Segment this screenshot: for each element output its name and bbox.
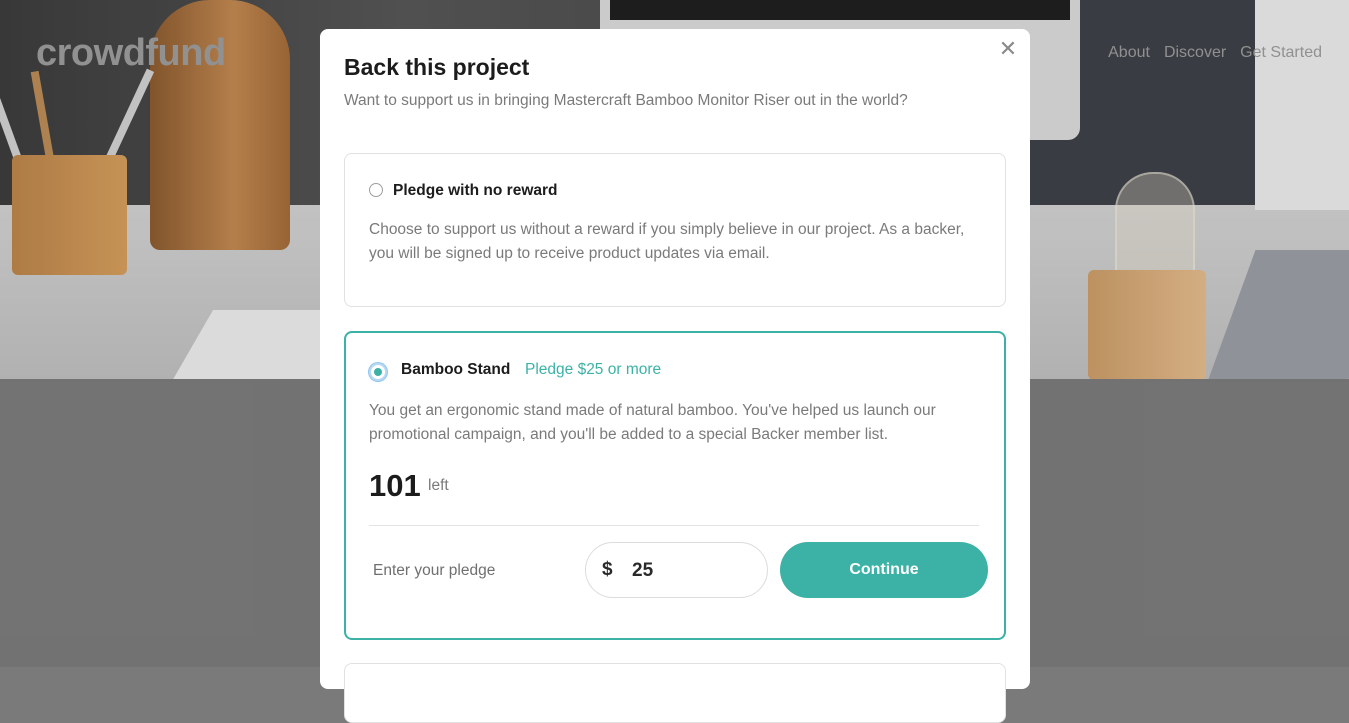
enter-pledge-label: Enter your pledge — [373, 562, 496, 579]
modal-subtitle: Want to support us in bringing Mastercra… — [344, 92, 908, 109]
stock-label: left — [428, 477, 449, 494]
pledge-option-no-reward[interactable]: Pledge with no reward Choose to support … — [344, 153, 1006, 307]
back-project-modal: ✕ Back this project Want to support us i… — [320, 29, 1030, 723]
stock-count: 101 — [369, 468, 421, 503]
pledge-option-bamboo-stand[interactable]: Bamboo Stand Pledge $25 or more You get … — [344, 331, 1006, 640]
radio-no-reward[interactable] — [369, 183, 383, 197]
option-title[interactable]: Pledge with no reward — [393, 182, 558, 200]
continue-button[interactable]: Continue — [780, 542, 988, 598]
divider — [369, 525, 979, 526]
option-pledge-min: Pledge $25 or more — [525, 361, 662, 378]
currency-symbol: $ — [602, 559, 613, 580]
modal-title: Back this project — [344, 54, 530, 80]
close-icon[interactable]: ✕ — [998, 37, 1018, 61]
option-description: Choose to support us without a reward if… — [369, 221, 965, 262]
pledge-amount-input[interactable]: $ 25 — [585, 542, 768, 598]
option-title[interactable]: Bamboo Stand — [401, 361, 510, 379]
radio-bamboo-stand[interactable] — [369, 363, 387, 381]
pledge-option-next[interactable] — [344, 663, 1006, 723]
pledge-amount-value[interactable]: 25 — [632, 560, 653, 582]
option-description: You get an ergonomic stand made of natur… — [369, 402, 936, 443]
